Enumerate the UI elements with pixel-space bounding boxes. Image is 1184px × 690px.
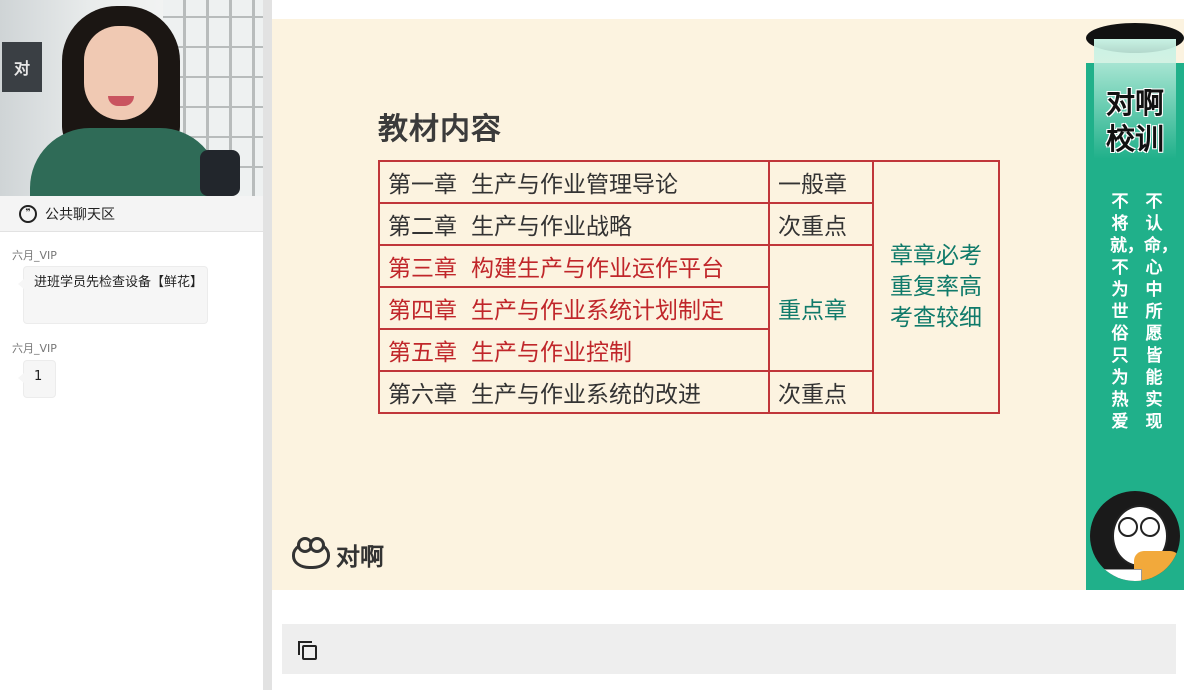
- chapter-name: 构建生产与作业运作平台: [471, 256, 724, 282]
- bottom-toolbar: [282, 624, 1176, 674]
- chapter-table: 第一章 生产与作业管理导论 一般章 章章必考 重复率高 考查较细 第二章 生产与作业…: [378, 160, 1000, 414]
- panel-splitter[interactable]: [263, 0, 272, 690]
- brand-logo: 对啊: [292, 536, 384, 572]
- chapter-name: 生产与作业管理导论: [471, 172, 678, 198]
- chat-message-bubble: 1: [18, 360, 56, 398]
- chapter-cell: 第五章 生产与作业控制: [378, 328, 770, 372]
- mascot-glasses: [1118, 517, 1138, 537]
- brand-line: 校训: [1105, 122, 1164, 156]
- chapter-number: 第四章: [388, 298, 457, 324]
- brand-line: 对啊: [1105, 86, 1164, 120]
- note-line: 重复率高: [890, 273, 982, 300]
- note-line: 章章必考: [890, 242, 982, 269]
- mascot-laptop: [1102, 569, 1142, 581]
- teacher-video: 对: [0, 0, 263, 196]
- chapter-cell: 第二章 生产与作业战略: [378, 202, 770, 246]
- chapter-name: 生产与作业系统的改进: [471, 382, 701, 408]
- table-row: 第一章 生产与作业管理导论 一般章 章章必考 重复率高 考查较细: [378, 160, 1000, 414]
- chapter-number: 第六章: [388, 382, 457, 408]
- slide-title: 教材内容: [378, 112, 502, 147]
- slogan-column: 不将就，不为世俗只为热爱: [1110, 192, 1144, 432]
- level-cell: 次重点: [768, 370, 874, 414]
- chat-bubble-icon: ❞: [19, 204, 37, 223]
- mascot-head: [1090, 491, 1180, 581]
- frog-logo-icon: [292, 536, 330, 569]
- note-cell: 章章必考 重复率高 考查较细: [872, 160, 1000, 414]
- mascot-glasses: [1140, 517, 1160, 537]
- level-cell: 次重点: [768, 202, 874, 246]
- video-wall-sign: 对: [2, 42, 42, 92]
- chapter-name: 生产与作业战略: [471, 214, 632, 240]
- note-line: 考查较细: [890, 304, 982, 331]
- chapter-number: 第五章: [388, 340, 457, 366]
- chapter-cell: 第一章 生产与作业管理导论: [378, 160, 770, 204]
- left-panel: 对 ❞ 公共聊天区 六月_VIP 进班学员先检查设备【鲜花】 六月_VIP 1: [0, 0, 264, 690]
- presenter-body: [30, 128, 220, 196]
- copy-icon[interactable]: [298, 641, 317, 660]
- chapter-cell: 第三章 构建生产与作业运作平台: [378, 244, 770, 288]
- chat-title: 公共聊天区: [45, 206, 115, 223]
- chapter-name: 生产与作业系统计划制定: [471, 298, 724, 324]
- chapter-number: 第一章: [388, 172, 457, 198]
- chat-header: ❞ 公共聊天区: [0, 196, 263, 232]
- level-cell: 一般章: [768, 160, 874, 204]
- presentation-slide: 教材内容 第一章 生产与作业管理导论 一般章 章章必考 重复率高 考查较细 第二章…: [272, 19, 1184, 590]
- banner-brand: 对啊 校训: [1086, 85, 1184, 157]
- chat-message-user: 六月_VIP: [12, 249, 57, 262]
- level-cell-key: 重点章: [768, 244, 874, 372]
- chapter-number: 第三章: [388, 256, 457, 282]
- chat-message-user: 六月_VIP: [12, 342, 57, 355]
- chapter-cell: 第四章 生产与作业系统计划制定: [378, 286, 770, 330]
- slogan-column: 不认命，心中所愿皆能实现: [1144, 192, 1178, 432]
- chapter-number: 第二章: [388, 214, 457, 240]
- school-motto-banner: 对啊 校训 不认命，心中所愿皆能实现 不将就，不为世俗只为热爱: [1086, 19, 1184, 590]
- mascot-illustration: [1086, 489, 1184, 590]
- video-chair: [200, 150, 240, 196]
- logo-text: 对啊: [336, 543, 384, 571]
- chapter-cell: 第六章 生产与作业系统的改进: [378, 370, 770, 414]
- chapter-name: 生产与作业控制: [471, 340, 632, 366]
- chat-message-bubble: 进班学员先检查设备【鲜花】: [18, 266, 208, 324]
